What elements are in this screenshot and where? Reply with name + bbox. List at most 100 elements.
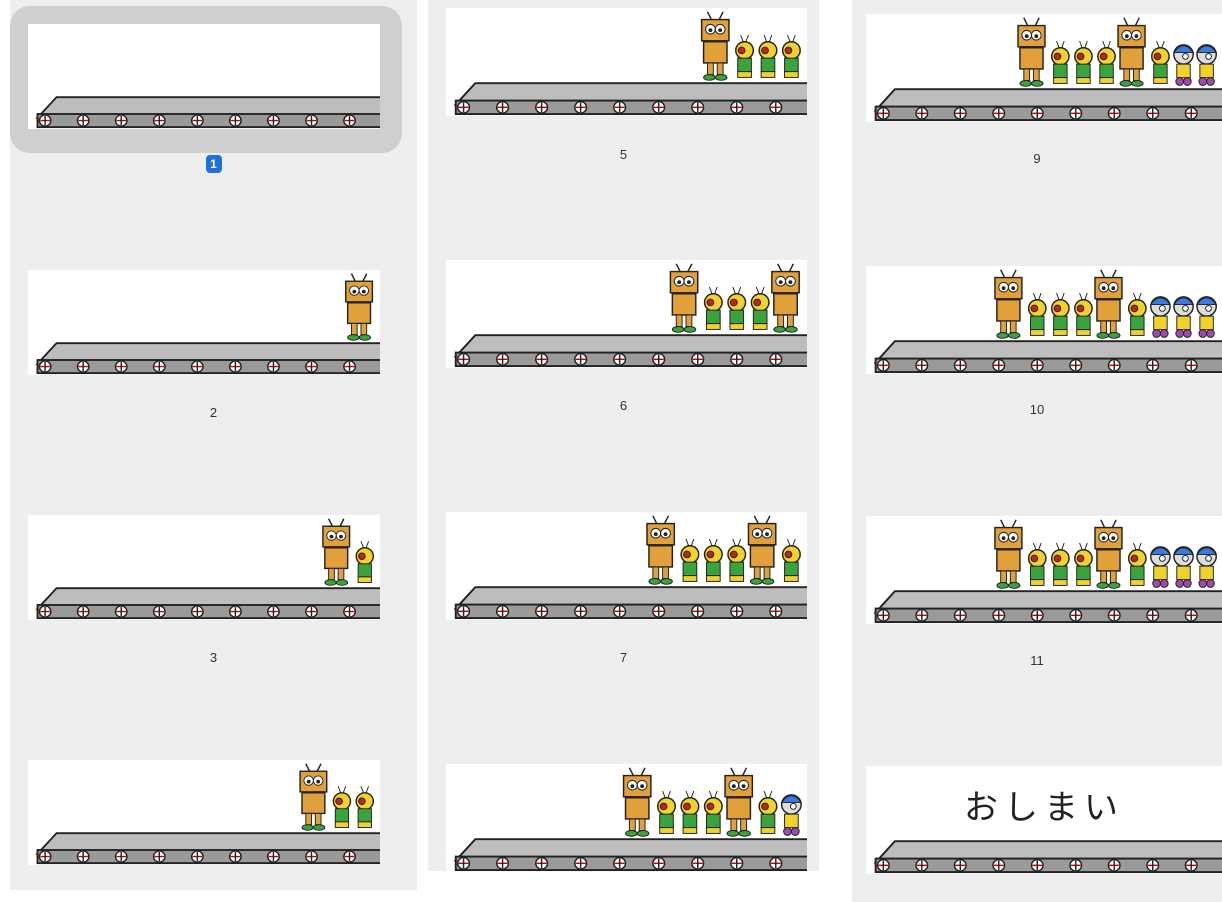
kid-robot [1172,296,1195,338]
small-robot [727,286,747,330]
conveyor-belt [35,96,380,129]
conveyor-belt [873,88,1222,122]
boss-robot [994,269,1023,339]
boss-robot [299,763,328,831]
small-robot [758,790,778,834]
boss-robot [747,515,777,585]
small-robot [355,541,375,583]
small-robot [781,538,801,582]
boss-robot [771,263,800,333]
small-robot [781,34,801,78]
slide-column-1: 1 2 3 [10,0,417,890]
small-robot [1074,40,1093,84]
small-robot [656,790,677,834]
slide-column-3: 9 10 11 おしまい [852,0,1222,902]
ending-text: おしまい [964,788,1124,828]
boss-robot [1017,17,1046,87]
boss-robot [1094,269,1123,339]
small-robot [1027,542,1047,586]
small-robot [1127,292,1147,336]
slide-artwork [873,17,1222,122]
slide-number-9: 9 [1033,151,1041,166]
boss-robot [345,273,374,341]
small-robot [332,786,352,828]
boss-robot [700,11,730,81]
slide-thumbnail-2[interactable] [28,270,380,375]
small-robot [703,790,723,834]
small-robot [1050,542,1070,586]
kid-robot [1196,546,1218,588]
conveyor-belt [873,590,1222,624]
conveyor-belt [453,334,807,368]
kid-robot [1149,546,1171,588]
kid-robot [1196,296,1218,338]
slide-artwork [873,269,1222,374]
slide-number-10: 10 [1029,402,1045,417]
boss-robot [322,518,351,586]
boss-robot [646,515,676,585]
slide-thumbnail-4[interactable] [28,760,380,865]
slide-number-3: 3 [209,650,218,665]
conveyor-belt [453,838,807,872]
small-robot [727,538,747,582]
slide-thumbnail-1[interactable] [28,24,380,129]
slide-artwork [453,11,807,116]
small-robot [703,538,723,582]
slide-artwork [453,515,807,620]
slide-artwork [453,263,807,368]
small-robot [1027,292,1047,336]
kid-robot [1172,546,1195,588]
small-robot [1050,292,1070,336]
conveyor-belt [453,586,807,620]
kid-robot [1196,44,1218,86]
slide-number-2: 2 [209,405,218,420]
conveyor-belt [35,832,380,865]
kid-robot [1172,44,1195,86]
boss-robot [994,519,1023,589]
small-robot [680,790,700,834]
slide-number-6: 6 [619,398,628,413]
small-robot [1050,40,1070,84]
slide-thumbnail-11[interactable] [866,516,1222,624]
selected-slide-badge: 1 [205,155,222,173]
slide-artwork [35,96,380,129]
small-robot [1074,292,1093,336]
slide-artwork [453,767,807,872]
boss-robot [724,767,754,837]
slide-thumbnail-10[interactable] [866,266,1222,374]
small-robot [750,286,770,330]
slide-thumbnail-9[interactable] [866,14,1222,122]
small-robot [758,34,778,78]
boss-robot [622,767,652,837]
slide-number-5: 5 [619,147,628,162]
slide-thumbnail-5[interactable] [446,8,807,116]
slide-artwork [35,273,380,375]
small-robot [1151,40,1170,84]
slide-artwork [35,518,380,620]
conveyor-belt [873,840,1222,874]
slide-number-11: 11 [1030,653,1044,668]
small-robot [1127,542,1147,586]
small-robot [703,286,723,330]
slide-number-1: 1 [10,155,417,173]
boss-robot [1094,519,1123,589]
slide-thumbnail-3[interactable] [28,515,380,620]
slide-column-2: 5 6 7 [428,0,819,872]
slide-thumbnail-8[interactable] [446,764,807,872]
small-robot [1097,40,1116,84]
slide-artwork [873,519,1222,624]
conveyor-belt [35,342,380,375]
slide-number-7: 7 [619,650,628,665]
slide-thumbnail-7[interactable] [446,512,807,620]
small-robot [1074,542,1093,586]
kid-robot [780,794,803,836]
boss-robot [669,263,699,333]
slide-thumbnail-12[interactable]: おしまい [866,766,1222,874]
boss-robot [1117,17,1146,87]
kid-robot [1149,296,1171,338]
slide-thumbnail-6[interactable] [446,260,807,368]
small-robot [735,34,755,78]
small-robot [680,538,700,582]
conveyor-belt [35,587,380,620]
conveyor-belt [873,340,1222,374]
